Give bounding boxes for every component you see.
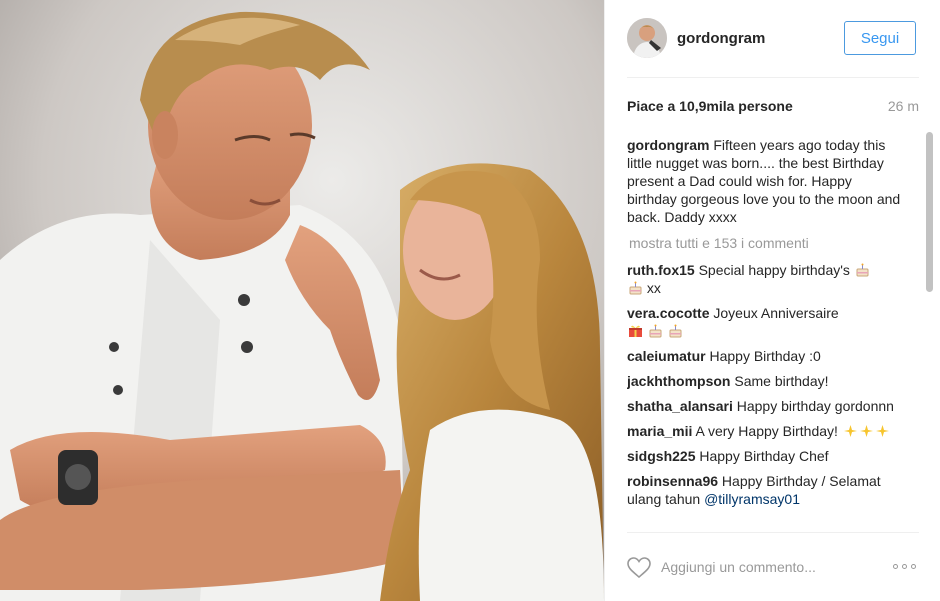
- scrollbar-thumb[interactable]: [926, 132, 933, 292]
- post-photo[interactable]: [0, 0, 604, 601]
- comment-username[interactable]: sidgsh225: [627, 448, 695, 464]
- instagram-post: gordongram Segui Piace a 10,9mila person…: [0, 0, 940, 601]
- comment-username[interactable]: jackhthompson: [627, 373, 730, 389]
- post-header: gordongram Segui: [627, 18, 919, 78]
- comment-text: Happy Birthday :0: [709, 348, 821, 364]
- comment-item: vera.cocotte Joyeux Anniversaire: [627, 304, 905, 340]
- comments-list[interactable]: gordongram Fifteen years ago today this …: [627, 136, 905, 536]
- birthday-cake-icon: [629, 281, 642, 295]
- comment-item: shatha_alansari Happy birthday gordonnn: [627, 397, 905, 415]
- comment-item: jackhthompson Same birthday!: [627, 372, 905, 390]
- post-timestamp[interactable]: 26 m: [888, 98, 919, 114]
- gift-icon: [629, 325, 642, 337]
- post-details-panel: gordongram Segui Piace a 10,9mila person…: [604, 0, 940, 601]
- comment-item: robinsenna96 Happy Birthday / Selamat ul…: [627, 472, 905, 508]
- comment-mention[interactable]: @tillyramsay01: [704, 491, 800, 507]
- more-dot: [893, 563, 898, 569]
- more-dot: [902, 563, 907, 569]
- comment-username[interactable]: shatha_alansari: [627, 398, 733, 414]
- avatar[interactable]: [627, 18, 667, 58]
- post-author-username[interactable]: gordongram: [677, 30, 765, 47]
- comment-text: Happy birthday gordonnn: [736, 398, 894, 414]
- comment-text: Special happy birthday's: [698, 262, 850, 278]
- comment-username[interactable]: vera.cocotte: [627, 305, 709, 321]
- likes-row: Piace a 10,9mila persone 26 m: [627, 98, 919, 116]
- comment-text: A very Happy Birthday!: [695, 423, 838, 439]
- more-dot: [911, 563, 916, 569]
- comment-username[interactable]: maria_mii: [627, 423, 692, 439]
- comment-item: sidgsh225 Happy Birthday Chef: [627, 447, 905, 465]
- follow-button[interactable]: Segui: [844, 21, 916, 55]
- comment-item: caleiumatur Happy Birthday :0: [627, 347, 905, 365]
- show-all-comments-link[interactable]: mostra tutti e 153 i commenti: [629, 234, 905, 252]
- birthday-cake-icon: [649, 324, 662, 338]
- likes-count[interactable]: Piace a 10,9mila persone: [627, 98, 793, 114]
- sparkles-icon: [859, 425, 873, 437]
- birthday-cake-icon: [669, 324, 682, 338]
- post-footer: [627, 532, 919, 601]
- comment-text: Same birthday!: [734, 373, 829, 389]
- post-caption: gordongram Fifteen years ago today this …: [627, 136, 905, 226]
- comment-item: maria_mii A very Happy Birthday!: [627, 422, 905, 440]
- comment-suffix: xx: [646, 280, 661, 296]
- more-options-icon[interactable]: [893, 559, 919, 573]
- sparkles-icon: [875, 425, 889, 437]
- avatar-image: [627, 18, 667, 58]
- comments-scrollbar[interactable]: [926, 132, 933, 532]
- comment-username[interactable]: caleiumatur: [627, 348, 706, 364]
- comment-username[interactable]: ruth.fox15: [627, 262, 695, 278]
- comment-text: Joyeux Anniversaire: [713, 305, 839, 321]
- comment-text: Happy Birthday Chef: [699, 448, 829, 464]
- comment-username[interactable]: robinsenna96: [627, 473, 718, 489]
- add-comment-input[interactable]: [661, 553, 871, 581]
- heart-icon[interactable]: [627, 557, 651, 579]
- caption-username[interactable]: gordongram: [627, 137, 709, 153]
- sparkles-icon: [843, 425, 857, 437]
- birthday-cake-icon: [856, 263, 869, 277]
- comment-item: ruth.fox15 Special happy birthday's xx: [627, 261, 905, 297]
- photo-illustration: [0, 0, 604, 601]
